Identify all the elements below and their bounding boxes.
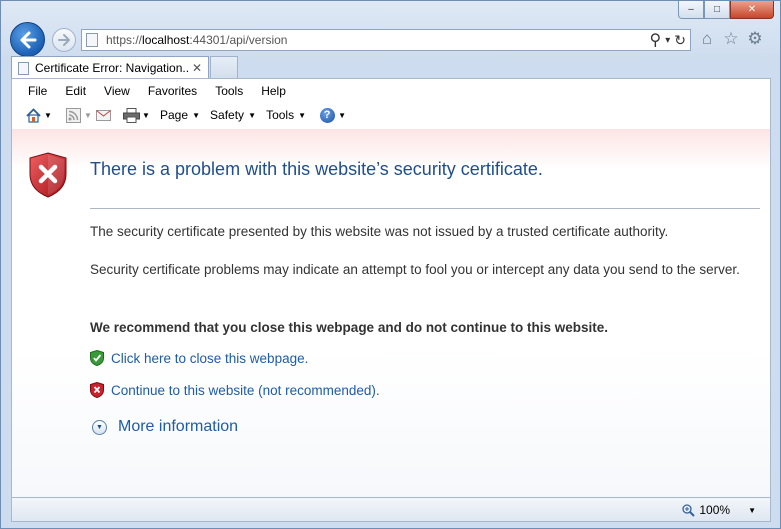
tools-menu-button[interactable]: Tools bbox=[258, 108, 296, 122]
menu-view[interactable]: View bbox=[95, 81, 139, 101]
menu-bar: File Edit View Favorites Tools Help bbox=[12, 81, 295, 101]
help-icon[interactable]: ? bbox=[318, 106, 336, 124]
close-webpage-link[interactable]: Click here to close this webpage. bbox=[111, 351, 308, 366]
risk-message: Security certificate problems may indica… bbox=[90, 262, 740, 277]
expand-chevron-icon: ▼ bbox=[92, 419, 107, 435]
more-information-toggle[interactable]: ▼ More information bbox=[92, 418, 238, 436]
tab-close-icon[interactable]: ✕ bbox=[190, 61, 204, 75]
recommendation: We recommend that you close this webpage… bbox=[90, 320, 609, 335]
safety-dropdown-icon[interactable]: ▼ bbox=[246, 111, 258, 120]
maximize-button[interactable]: □ bbox=[704, 1, 730, 19]
address-dropdown-icon[interactable]: ▾ bbox=[665, 35, 670, 46]
red-shield-icon bbox=[90, 382, 104, 398]
home-icon[interactable]: ⌂ bbox=[697, 29, 717, 49]
page-dropdown-icon[interactable]: ▼ bbox=[190, 111, 202, 120]
menu-help[interactable]: Help bbox=[252, 81, 295, 101]
address-tools: ⚲ ▾ ↻ bbox=[650, 30, 690, 50]
address-bar[interactable]: https://localhost:44301/api/version ⚲ ▾ … bbox=[81, 29, 691, 51]
zoom-control[interactable]: 100% ▼ bbox=[682, 503, 756, 517]
page-icon bbox=[86, 33, 98, 47]
menu-file[interactable]: File bbox=[12, 81, 56, 101]
page-menu-button[interactable]: Page bbox=[152, 108, 190, 122]
tools-dropdown-icon[interactable]: ▼ bbox=[296, 111, 308, 120]
command-bar: ▼ ▼ ▼ Page ▼ Safety ▼ Tools ▼ ? ▼ bbox=[24, 104, 348, 126]
close-page-row: Click here to close this webpage. bbox=[90, 350, 308, 366]
print-icon[interactable] bbox=[122, 106, 140, 124]
url-text[interactable]: https://localhost:44301/api/version bbox=[106, 33, 287, 47]
help-dropdown-icon[interactable]: ▼ bbox=[336, 111, 348, 120]
print-dropdown-icon[interactable]: ▼ bbox=[140, 111, 152, 120]
forward-arrow-icon bbox=[58, 34, 70, 46]
favorites-star-icon[interactable]: ☆ bbox=[721, 29, 741, 49]
minimize-button[interactable]: – bbox=[678, 1, 704, 19]
browser-icons: ⌂ ☆ ⚙ bbox=[697, 29, 765, 49]
tab-title: Certificate Error: Navigation... bbox=[35, 61, 190, 75]
feeds-dropdown-icon[interactable]: ▼ bbox=[82, 111, 94, 120]
feeds-icon[interactable] bbox=[64, 106, 82, 124]
url-path: :44301/api/version bbox=[189, 33, 288, 47]
search-icon[interactable]: ⚲ bbox=[650, 30, 662, 50]
browser-window: – □ ✕ https://localhost:44301/api/versio… bbox=[0, 0, 781, 529]
continue-to-website-link[interactable]: Continue to this website (not recommende… bbox=[111, 383, 380, 398]
new-tab-button[interactable] bbox=[210, 56, 238, 78]
more-information-link[interactable]: More information bbox=[118, 418, 238, 436]
zoom-dropdown-icon[interactable]: ▼ bbox=[748, 506, 756, 515]
command-area: File Edit View Favorites Tools Help ▼ ▼ bbox=[11, 78, 771, 130]
caption-buttons: – □ ✕ bbox=[678, 1, 774, 19]
menu-favorites[interactable]: Favorites bbox=[139, 81, 206, 101]
url-host: localhost bbox=[142, 33, 190, 47]
back-arrow-icon bbox=[20, 31, 36, 48]
home-dropdown-icon[interactable]: ▼ bbox=[42, 111, 54, 120]
trust-message: The security certificate presented by th… bbox=[90, 224, 669, 239]
page-title: There is a problem with this website’s s… bbox=[90, 159, 543, 179]
back-button[interactable] bbox=[10, 22, 45, 57]
menu-edit[interactable]: Edit bbox=[56, 81, 95, 101]
home-page-icon[interactable] bbox=[24, 106, 42, 124]
green-shield-icon bbox=[90, 350, 104, 366]
close-window-button[interactable]: ✕ bbox=[730, 1, 774, 19]
zoom-magnifier-icon bbox=[682, 503, 696, 517]
refresh-icon[interactable]: ↻ bbox=[674, 32, 686, 49]
forward-button[interactable] bbox=[52, 28, 76, 52]
zoom-level: 100% bbox=[699, 503, 731, 517]
divider bbox=[90, 208, 760, 209]
error-page: There is a problem with this website’s s… bbox=[11, 129, 771, 497]
tab-page-icon bbox=[18, 61, 29, 75]
status-bar: 100% ▼ bbox=[11, 497, 771, 522]
error-shield-icon bbox=[29, 152, 67, 198]
continue-row: Continue to this website (not recommende… bbox=[90, 382, 380, 398]
menu-tools[interactable]: Tools bbox=[206, 81, 252, 101]
url-scheme: https:// bbox=[106, 33, 143, 47]
tools-gear-icon[interactable]: ⚙ bbox=[745, 29, 765, 49]
tab-certificate-error[interactable]: Certificate Error: Navigation... ✕ bbox=[11, 56, 209, 79]
safety-menu-button[interactable]: Safety bbox=[202, 108, 246, 122]
mail-icon[interactable] bbox=[94, 106, 112, 124]
